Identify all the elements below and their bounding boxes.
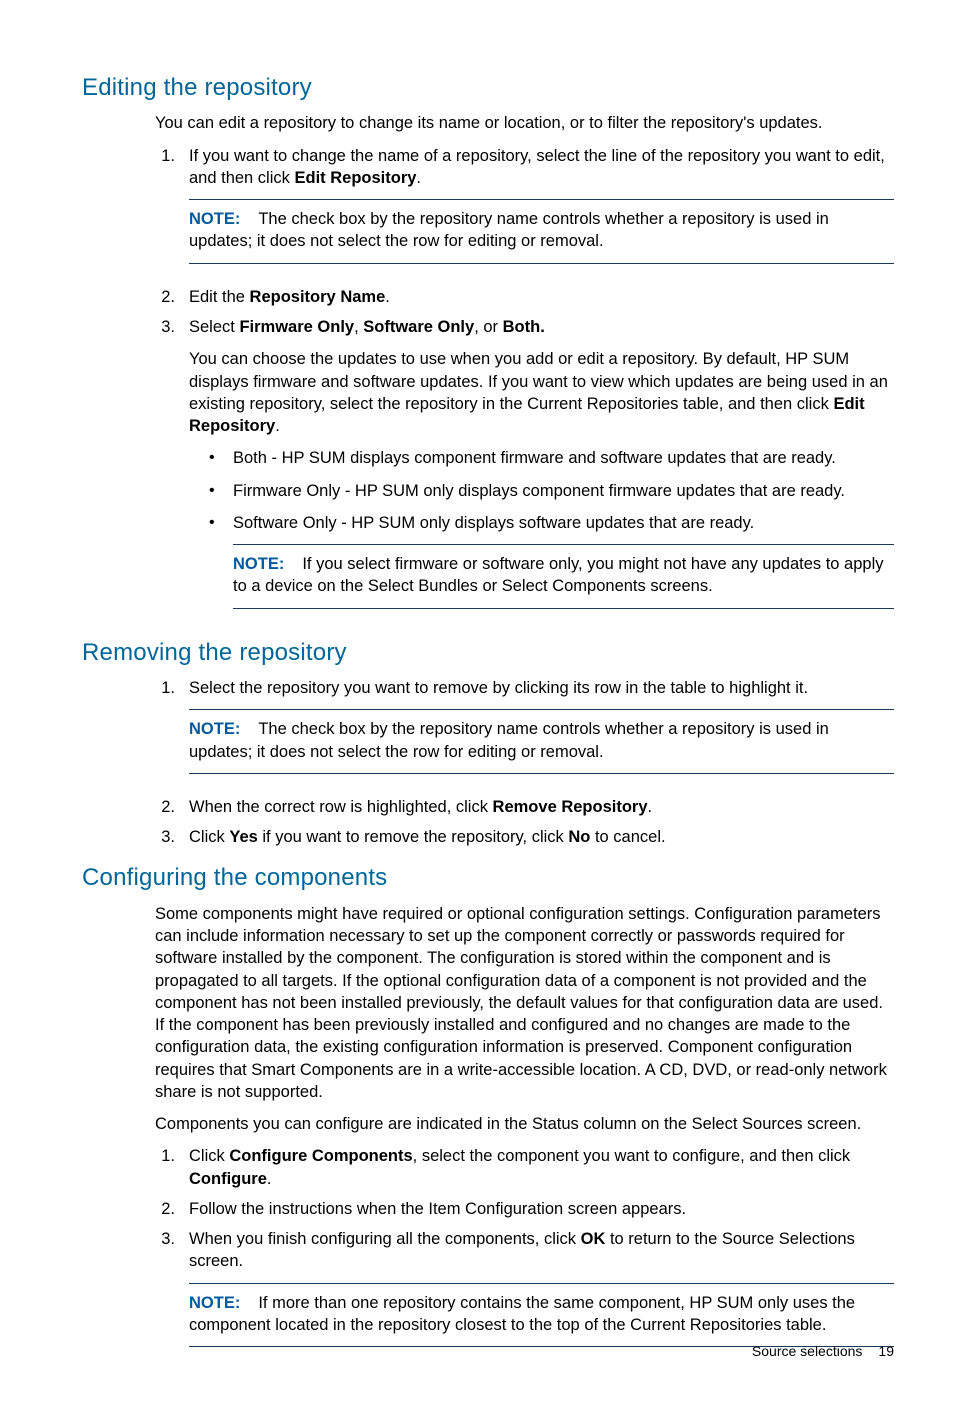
note-text: The check box by the repository name con… — [189, 210, 829, 250]
step1-bold: Edit Repository — [294, 169, 416, 187]
editing-bullets: Both - HP SUM displays component firmwar… — [203, 447, 894, 534]
heading-configuring-components: Configuring the components — [82, 862, 894, 894]
step3-b2: Software Only — [363, 318, 474, 336]
step-number: 1. — [155, 145, 189, 278]
period: . — [275, 417, 280, 435]
removing-step-3: 3. Click Yes if you want to remove the r… — [155, 826, 894, 848]
footer-section-label: Source selections — [752, 1342, 863, 1361]
heading-removing-repository: Removing the repository — [82, 637, 894, 669]
section-body-removing: 1. Select the repository you want to rem… — [155, 677, 894, 848]
period: . — [416, 169, 421, 187]
note-text: If more than one repository contains the… — [189, 1294, 855, 1334]
cfg-step3-b1: OK — [581, 1230, 606, 1248]
page-footer: Source selections 19 — [752, 1342, 894, 1361]
configuring-para2: Components you can configure are indicat… — [155, 1113, 894, 1135]
removing-step3-mid: if you want to remove the repository, cl… — [258, 828, 569, 846]
configuring-step-2: 2. Follow the instructions when the Item… — [155, 1198, 894, 1220]
removing-step3-b2: No — [568, 828, 590, 846]
step-number: 3. — [155, 826, 189, 848]
note-label: NOTE: — [233, 555, 302, 573]
removing-step3-post: to cancel. — [590, 828, 665, 846]
step3-mid1: , — [354, 318, 363, 336]
section-body-editing: You can edit a repository to change its … — [155, 112, 894, 622]
note-text: If you select firmware or software only,… — [233, 555, 884, 595]
note-box-editing-1: NOTE:The check box by the repository nam… — [189, 199, 894, 264]
bullet-software-only: Software Only - HP SUM only displays sof… — [203, 512, 894, 534]
bullet-firmware-only: Firmware Only - HP SUM only displays com… — [203, 480, 894, 502]
configuring-step-3: 3. When you finish configuring all the c… — [155, 1228, 894, 1361]
step-number: 2. — [155, 286, 189, 308]
period: . — [648, 798, 653, 816]
removing-step3-b1: Yes — [229, 828, 257, 846]
step3-b1: Firmware Only — [239, 318, 354, 336]
editing-step-2: 2. Edit the Repository Name. — [155, 286, 894, 308]
note-text: The check box by the repository name con… — [189, 720, 829, 760]
cfg-step3-pre: When you finish configuring all the comp… — [189, 1230, 581, 1248]
removing-step-1: 1. Select the repository you want to rem… — [155, 677, 894, 788]
step2-pre: Edit the — [189, 288, 250, 306]
step-number: 1. — [155, 1145, 189, 1190]
removing-step3-pre: Click — [189, 828, 229, 846]
cfg-step1-b1: Configure Components — [229, 1147, 412, 1165]
period: . — [267, 1170, 272, 1188]
step2-bold: Repository Name — [250, 288, 386, 306]
editing-step-1: 1. If you want to change the name of a r… — [155, 145, 894, 278]
bullet-both: Both - HP SUM displays component firmwar… — [203, 447, 894, 469]
step-number: 2. — [155, 1198, 189, 1220]
cfg-step1-pre: Click — [189, 1147, 229, 1165]
configuring-steps: 1. Click Configure Components, select th… — [155, 1145, 894, 1361]
configuring-step-1: 1. Click Configure Components, select th… — [155, 1145, 894, 1190]
document-page: Editing the repository You can edit a re… — [0, 0, 954, 1409]
step-number: 1. — [155, 677, 189, 788]
note-box-removing: NOTE:The check box by the repository nam… — [189, 709, 894, 774]
note-box-configuring: NOTE:If more than one repository contain… — [189, 1283, 894, 1348]
note-label: NOTE: — [189, 720, 258, 738]
note-box-editing-2: NOTE:If you select firmware or software … — [233, 544, 894, 609]
editing-step-3: 3. Select Firmware Only, Software Only, … — [155, 316, 894, 623]
removing-steps: 1. Select the repository you want to rem… — [155, 677, 894, 848]
editing-steps: 1. If you want to change the name of a r… — [155, 145, 894, 623]
removing-step2-bold: Remove Repository — [493, 798, 648, 816]
removing-step2-pre: When the correct row is highlighted, cli… — [189, 798, 493, 816]
step-number: 2. — [155, 796, 189, 818]
footer-page-number: 19 — [878, 1342, 894, 1361]
heading-editing-repository: Editing the repository — [82, 72, 894, 104]
step-number: 3. — [155, 1228, 189, 1361]
step3-b3: Both. — [503, 318, 545, 336]
removing-step1-text: Select the repository you want to remove… — [189, 679, 808, 697]
step3-para-pre: You can choose the updates to use when y… — [189, 350, 888, 413]
cfg-step1-b2: Configure — [189, 1170, 267, 1188]
step3-mid2: , or — [474, 318, 502, 336]
step-number: 3. — [155, 316, 189, 623]
note-label: NOTE: — [189, 210, 258, 228]
cfg-step2-text: Follow the instructions when the Item Co… — [189, 1200, 686, 1218]
editing-intro: You can edit a repository to change its … — [155, 112, 894, 134]
note-label: NOTE: — [189, 1294, 258, 1312]
section-body-configuring: Some components might have required or o… — [155, 903, 894, 1362]
cfg-step1-mid: , select the component you want to confi… — [413, 1147, 851, 1165]
period: . — [385, 288, 390, 306]
removing-step-2: 2. When the correct row is highlighted, … — [155, 796, 894, 818]
configuring-para1: Some components might have required or o… — [155, 903, 894, 1103]
step3-pre: Select — [189, 318, 239, 336]
